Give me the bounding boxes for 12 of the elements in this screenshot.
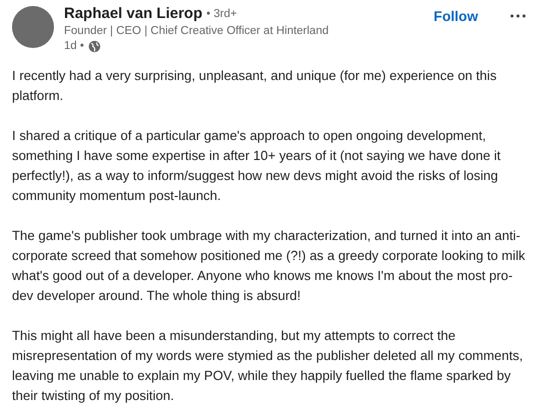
post-time: 1d •	[64, 39, 84, 54]
follow-button[interactable]: Follow	[430, 6, 482, 26]
post-paragraph: The game's publisher took umbrage with my characterization, and turned it into an anti-corporate screed that somehow positioned me (?!) as a greedy corporate looking to milk what's good out of a developer. Anyone who knows me knows I'm about the most pro-dev developer around. The whole thing is absurd!	[12, 227, 526, 305]
post-paragraph: I recently had a very surprising, unpleasant, and unique (for me) experience on this platform.	[12, 67, 498, 105]
post-paragraph: This might all have been a misunderstanding, but my attempts to correct the misrepresentation of my words were stymied as the publisher deleted all my comments, leaving me unable to explain my POV, while they happily fuelled the flame sparked by their twisting of my position.	[12, 327, 524, 405]
connection-degree: • 3rd+	[206, 6, 237, 22]
author-name[interactable]: Raphael van Lierop	[64, 4, 202, 24]
more-options-icon[interactable]	[510, 14, 526, 18]
avatar[interactable]	[12, 6, 54, 48]
post-paragraph: I shared a critique of a particular game's approach to open ongoing development, something I have some expertise in after 10+ years of it (not saying we have done it perfectly!), as a way to inform/suggest how new devs might avoid the risks of losing community momentum post-launch.	[12, 127, 502, 205]
globe-icon	[88, 40, 102, 53]
author-headline: Founder | CEO | Chief Creative Officer at Hinterland	[64, 24, 330, 39]
